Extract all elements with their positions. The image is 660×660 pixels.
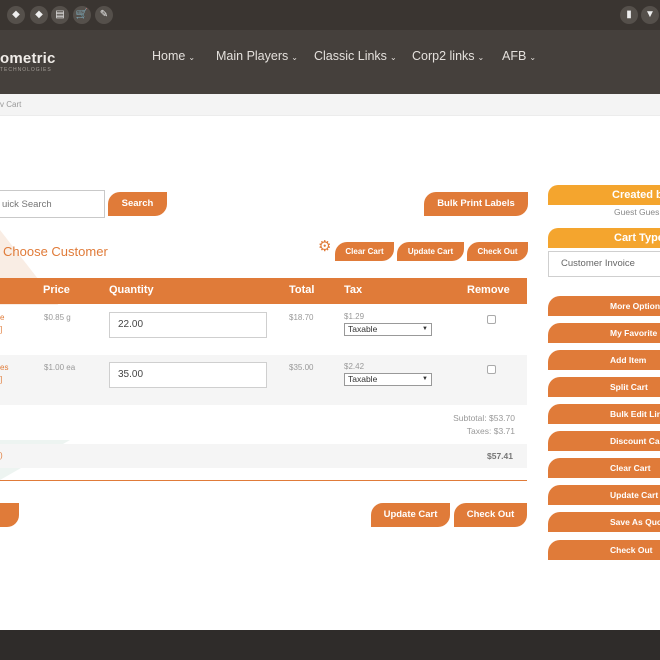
bulk-edit-lines-button[interactable]: Bulk Edit Line: [548, 404, 660, 424]
shirt-icon[interactable]: ▼: [641, 6, 659, 24]
breadcrumb[interactable]: v Cart: [0, 100, 21, 109]
taxes-total: Taxes: $3.71: [466, 426, 515, 436]
column-header-remove: Remove: [467, 284, 510, 296]
discount-calc-button[interactable]: Discount Cal: [548, 431, 660, 451]
table-row: e ] $0.85 g 22.00 $18.70 $1.29 Taxable ▼: [0, 305, 527, 355]
column-header-price: Price: [43, 284, 70, 296]
sidebar-update-cart-button[interactable]: Update Cart: [548, 485, 660, 505]
grand-total: $57.41: [487, 451, 513, 461]
bulk-print-labels-button[interactable]: Bulk Print Labels: [424, 192, 528, 216]
my-favorites-button[interactable]: My Favorite: [548, 323, 660, 343]
item-name-link[interactable]: e: [0, 313, 4, 322]
quantity-input[interactable]: 35.00: [109, 362, 267, 388]
tax-type-select[interactable]: Taxable ▼: [344, 323, 432, 336]
nav-main-players[interactable]: Main Players ⌄: [216, 49, 298, 63]
clear-cart-button[interactable]: Clear Cart: [335, 242, 394, 261]
dropdown-arrow-icon: ▼: [422, 326, 428, 332]
book-icon[interactable]: ▤: [51, 6, 69, 24]
logo[interactable]: ometric: [0, 50, 56, 67]
nav-classic-links[interactable]: Classic Links ⌄: [314, 49, 397, 63]
item-total: $35.00: [289, 363, 314, 372]
split-cart-button[interactable]: Split Cart: [548, 377, 660, 397]
cart-type-select[interactable]: Customer Invoice: [548, 251, 660, 277]
gitlab-icon[interactable]: ◆: [7, 6, 25, 24]
chevron-down-icon: ⌄: [529, 53, 537, 62]
more-options-button[interactable]: More Options: [548, 296, 660, 316]
grand-total-label: ): [0, 451, 3, 460]
item-sub-link[interactable]: ]: [0, 375, 2, 384]
save-as-quote-button[interactable]: Save As Quo: [548, 512, 660, 532]
magic-wand-icon[interactable]: ✎: [95, 6, 113, 24]
item-price: $0.85 g: [44, 313, 71, 322]
item-tax: $2.42: [344, 362, 365, 371]
nav-home[interactable]: Home ⌄: [152, 49, 195, 63]
subtotal: Subtotal: $53.70: [453, 413, 515, 423]
remove-checkbox[interactable]: [487, 315, 496, 324]
remove-checkbox[interactable]: [487, 365, 496, 374]
chevron-down-icon: ⌄: [188, 53, 196, 62]
check-out-button[interactable]: Check Out: [467, 242, 528, 261]
sidebar-clear-cart-button[interactable]: Clear Cart: [548, 458, 660, 478]
add-item-button[interactable]: Add Item: [548, 350, 660, 370]
item-total: $18.70: [289, 313, 314, 322]
item-price: $1.00 ea: [44, 363, 76, 372]
add-button[interactable]: +: [0, 503, 19, 527]
item-tax: $1.29: [344, 312, 365, 321]
divider: [0, 480, 527, 481]
column-header-tax: Tax: [344, 284, 363, 296]
search-button[interactable]: Search: [108, 192, 167, 216]
item-name-link[interactable]: es: [0, 363, 8, 372]
cart-icon[interactable]: 🛒: [73, 6, 91, 24]
main-header: ometric TECHNOLOGIES Home ⌄ Main Players ⌄…: [0, 30, 660, 94]
column-header-total: Total: [289, 284, 315, 296]
logo-subtitle: TECHNOLOGIES: [0, 67, 52, 73]
nav-afb[interactable]: AFB ⌄: [502, 49, 536, 63]
sidebar-check-out-button[interactable]: Check Out: [548, 540, 660, 560]
column-header-quantity: Quantity: [109, 284, 154, 296]
gitlab-icon[interactable]: ◆: [30, 6, 48, 24]
dropdown-arrow-icon: ▼: [422, 376, 428, 382]
top-bar: ◆ ◆ ▤ 🛒 ✎ ▮ ▼: [0, 0, 660, 30]
chevron-down-icon: ⌄: [291, 53, 298, 62]
quick-search-input[interactable]: [0, 190, 105, 218]
tax-type-select[interactable]: Taxable ▼: [344, 373, 432, 386]
chevron-down-icon: ⌄: [477, 53, 485, 62]
breadcrumb-bar: v Cart: [0, 94, 660, 116]
update-cart-button[interactable]: Update Cart: [397, 242, 464, 261]
item-sub-link[interactable]: ]: [0, 325, 2, 334]
guest-name: Guest Gues: [614, 207, 660, 217]
created-by-header: Created b: [548, 185, 660, 205]
cart-type-header: Cart Type: [548, 228, 660, 248]
footer: [0, 630, 660, 660]
nav-corp2-links[interactable]: Corp2 links ⌄: [412, 49, 484, 63]
check-out-bottom-button[interactable]: Check Out: [454, 503, 527, 527]
update-cart-bottom-button[interactable]: Update Cart: [371, 503, 450, 527]
chevron-down-icon: ⌄: [389, 53, 397, 62]
bookmark-icon[interactable]: ▮: [620, 6, 638, 24]
quantity-input[interactable]: 22.00: [109, 312, 267, 338]
grand-total-row: ) $57.41: [0, 444, 527, 468]
choose-customer-link[interactable]: Choose Customer: [3, 244, 108, 259]
cart-table-header: Price Quantity Total Tax Remove: [0, 278, 527, 304]
gear-icon[interactable]: ⚙: [318, 239, 331, 254]
table-row: es ] $1.00 ea 35.00 $35.00 $2.42 Taxable…: [0, 355, 527, 405]
